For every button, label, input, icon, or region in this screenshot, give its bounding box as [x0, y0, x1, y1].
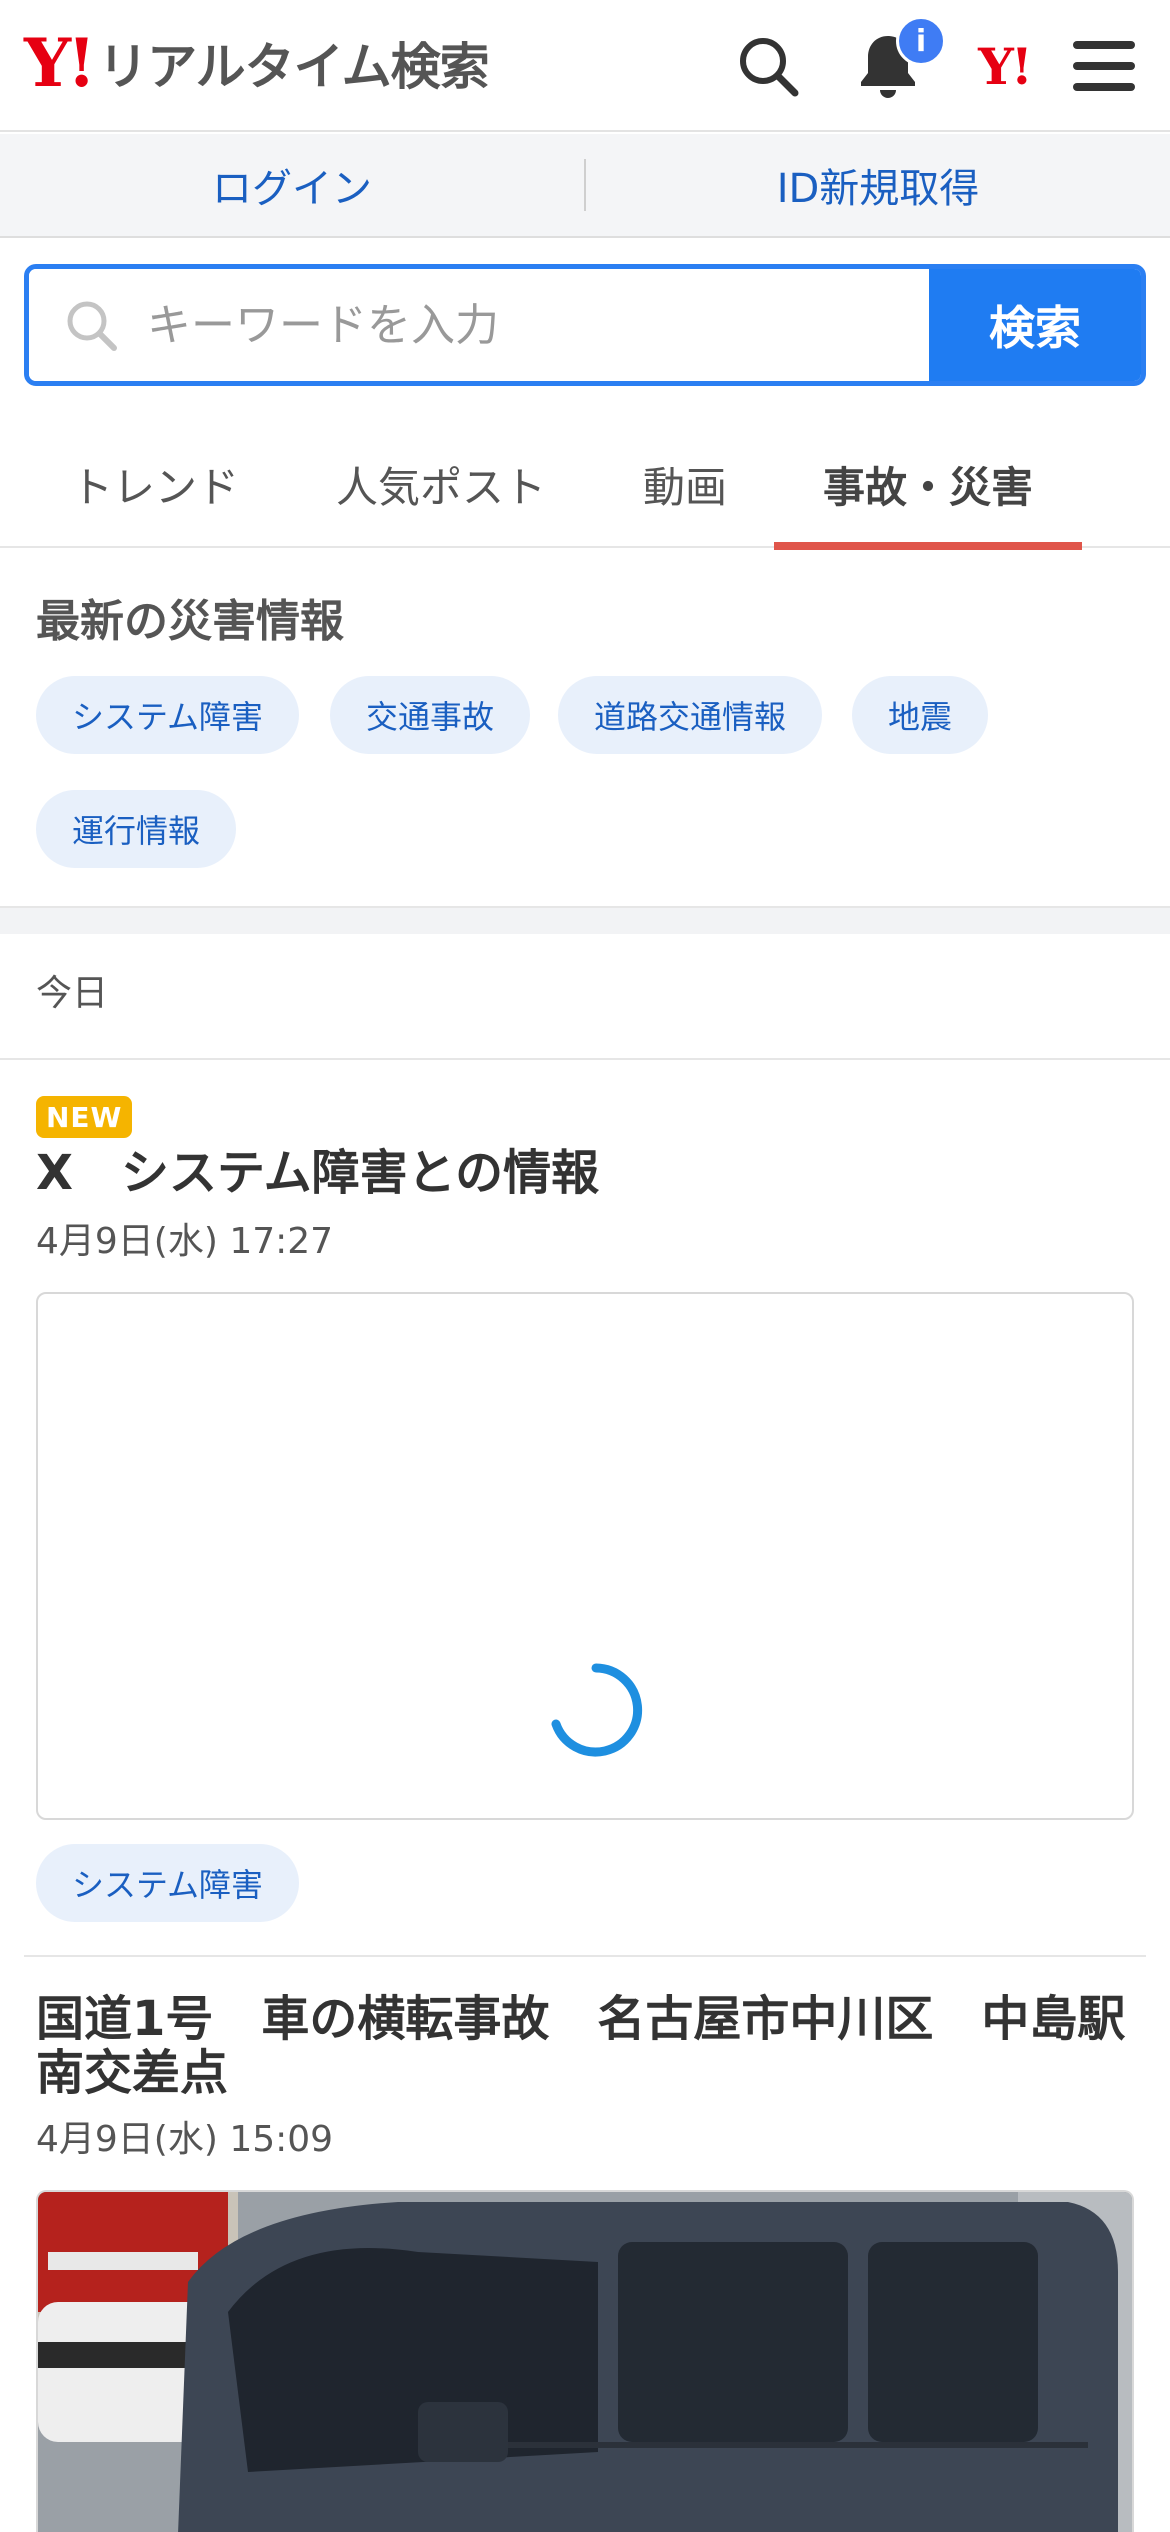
accident-scene-image — [38, 2192, 1132, 2532]
search-icon[interactable] — [728, 26, 808, 106]
search-box: 検索 — [24, 264, 1146, 386]
app-header: Y! リアルタイム検索 i Y! — [0, 0, 1170, 132]
tab-accidents-disasters[interactable]: 事故・災害 — [774, 420, 1082, 550]
loading-spinner-icon — [551, 1663, 643, 1757]
category-tabs: トレンド 人気ポスト 動画 事故・災害 — [0, 420, 1170, 550]
register-link[interactable]: ID新規取得 — [586, 156, 1170, 214]
tab-label: 動画 — [642, 462, 727, 512]
chip-earthquake[interactable]: 地震 — [852, 676, 989, 754]
logo-title: リアルタイム検索 — [98, 38, 489, 96]
hamburger-menu-icon[interactable] — [1064, 26, 1144, 106]
new-badge: NEW — [36, 1096, 133, 1138]
section-date-heading: 今日 — [36, 973, 109, 1014]
divider — [0, 1058, 1170, 1060]
article-separator — [24, 1955, 1146, 1957]
section-divider — [0, 906, 1170, 934]
login-link[interactable]: ログイン — [0, 156, 584, 214]
article-title[interactable]: X システム障害との情報 — [36, 1146, 1146, 1200]
tab-label: 人気ポスト — [335, 462, 546, 512]
search-field — [29, 269, 929, 381]
article-title[interactable]: 国道1号 車の横転事故 名古屋市中川区 中島駅南交差点 — [36, 1992, 1146, 2100]
tab-videos[interactable]: 動画 — [620, 420, 750, 548]
search-input[interactable] — [147, 299, 929, 351]
yahoo-japan-icon[interactable]: Y! — [964, 26, 1044, 106]
chip-service-status[interactable]: 運行情報 — [36, 790, 237, 868]
active-tab-indicator — [774, 542, 1082, 550]
chip-system-outage[interactable]: システム障害 — [36, 676, 300, 754]
chip-traffic-accident[interactable]: 交通事故 — [330, 676, 531, 754]
article-date: 4月9日(水) 15:09 — [36, 2119, 334, 2160]
tab-popular-posts[interactable]: 人気ポスト — [316, 420, 566, 548]
yahoo-logo-mark: Y! — [24, 24, 96, 102]
search-field-icon — [67, 301, 117, 351]
tab-label: トレンド — [70, 462, 239, 512]
disaster-section-title: 最新の災害情報 — [36, 596, 344, 647]
login-bar: ログイン ID新規取得 — [0, 134, 1170, 238]
article-photo[interactable] — [36, 2190, 1134, 2532]
notification-badge: i — [896, 16, 946, 66]
search-button[interactable]: 検索 — [929, 269, 1141, 381]
tab-label: 事故・災害 — [822, 462, 1033, 512]
tab-trend[interactable]: トレンド — [44, 420, 266, 548]
article-tag-system-outage[interactable]: システム障害 — [36, 1844, 300, 1922]
yahoo-realtime-logo[interactable]: Y! リアルタイム検索 — [24, 24, 490, 102]
article-date: 4月9日(水) 17:27 — [36, 1221, 334, 1262]
chip-road-traffic-info[interactable]: 道路交通情報 — [558, 676, 823, 754]
